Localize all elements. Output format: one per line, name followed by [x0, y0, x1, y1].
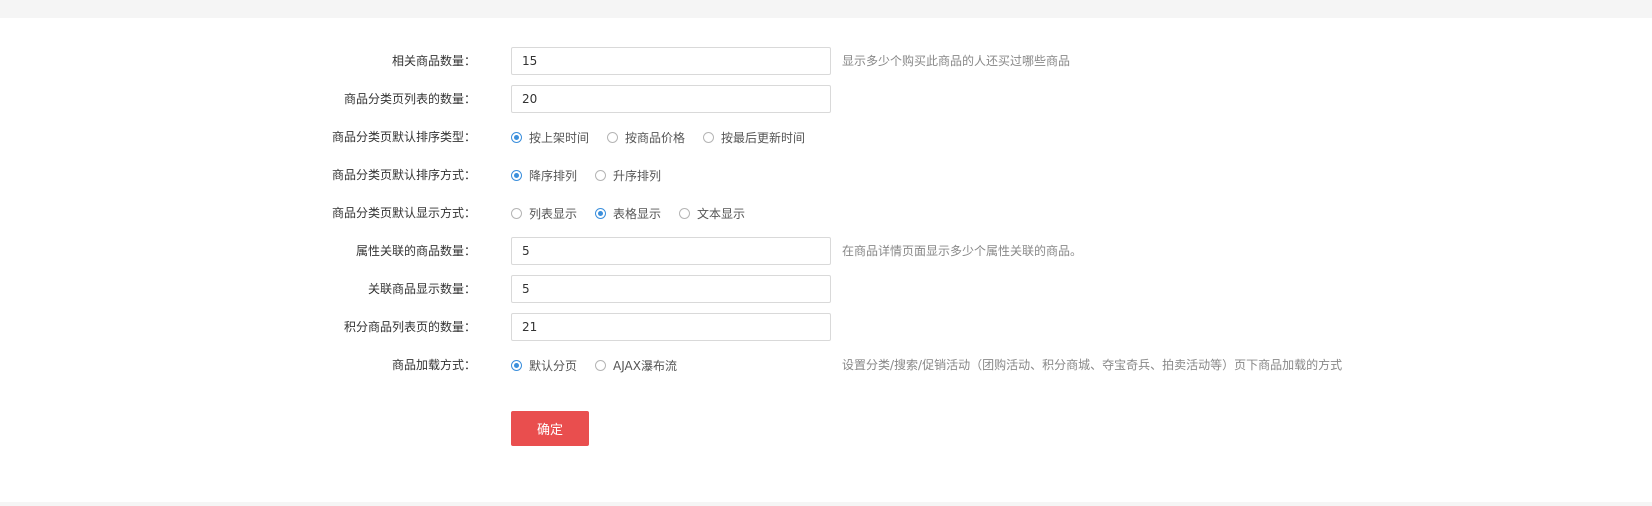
loading-mode-label: 商品加载方式：	[391, 358, 476, 372]
category-sort-type-radio-group: 按上架时间 按商品价格 按最后更新时间	[511, 122, 823, 152]
category-sort-order-label: 商品分类页默认排序方式：	[331, 168, 476, 182]
category-list-count-label: 商品分类页列表的数量：	[343, 92, 476, 106]
category-list-count-input[interactable]	[511, 85, 831, 113]
category-sort-type-label: 商品分类页默认排序类型：	[331, 130, 476, 144]
radio-checked-icon[interactable]	[595, 207, 607, 219]
loading-option-label: 默认分页	[529, 358, 578, 373]
sort-order-option-label: 升序排列	[613, 168, 662, 183]
sort-type-option-label: 按最后更新时间	[721, 130, 806, 145]
related-display-count-control	[511, 274, 831, 304]
points-list-count-input[interactable]	[511, 313, 831, 341]
display-option-text[interactable]: 文本显示	[679, 205, 745, 222]
sort-type-option-label: 按上架时间	[529, 130, 590, 145]
related-goods-count-input[interactable]	[511, 47, 831, 75]
display-option-grid[interactable]: 表格显示	[595, 205, 661, 222]
display-option-label: 表格显示	[613, 206, 662, 221]
row-related-display-count: 关联商品显示数量：	[0, 274, 1652, 304]
loading-mode-radio-group: 默认分页 AJAX瀑布流	[511, 350, 695, 380]
row-category-list-count: 商品分类页列表的数量：	[0, 84, 1652, 114]
points-list-count-control	[511, 312, 831, 342]
related-display-count-label: 关联商品显示数量：	[367, 282, 476, 296]
attribute-related-count-label: 属性关联的商品数量：	[355, 244, 476, 258]
submit-button[interactable]: 确定	[511, 411, 589, 446]
related-goods-count-label: 相关商品数量：	[391, 54, 476, 68]
display-option-label: 列表显示	[529, 206, 578, 221]
related-goods-count-hint: 显示多少个购买此商品的人还买过哪些商品	[842, 54, 1071, 68]
sort-type-option-price[interactable]: 按商品价格	[607, 129, 685, 146]
radio-checked-icon[interactable]	[511, 359, 522, 371]
display-option-list[interactable]: 列表显示	[511, 205, 577, 222]
category-sort-order-radio-group: 降序排列 升序排列	[511, 160, 679, 190]
category-display-mode-label: 商品分类页默认显示方式：	[331, 206, 476, 220]
related-goods-count-control	[511, 46, 831, 76]
loading-option-label: AJAX瀑布流	[613, 358, 677, 373]
radio-unchecked-icon[interactable]	[595, 359, 607, 371]
radio-unchecked-icon[interactable]	[607, 131, 619, 143]
row-category-sort-order: 商品分类页默认排序方式： 降序排列 升序排列	[0, 160, 1652, 190]
points-list-count-label: 积分商品列表页的数量：	[343, 320, 476, 334]
radio-unchecked-icon[interactable]	[679, 207, 691, 219]
radio-unchecked-icon[interactable]	[511, 207, 522, 219]
sort-order-option-asc[interactable]: 升序排列	[595, 167, 661, 184]
settings-panel: 相关商品数量： 显示多少个购买此商品的人还买过哪些商品 商品分类页列表的数量： …	[0, 18, 1652, 502]
loading-mode-hint: 设置分类/搜索/促销活动（团购活动、积分商城、夺宝奇兵、拍卖活动等）页下商品加载…	[842, 358, 1343, 372]
row-loading-mode: 商品加载方式： 默认分页 AJAX瀑布流 设置分类/搜索/促销活动（团购活动、积…	[0, 350, 1652, 380]
radio-checked-icon[interactable]	[511, 131, 522, 143]
sort-type-option-last-update[interactable]: 按最后更新时间	[703, 129, 805, 146]
loading-option-ajax-waterfall[interactable]: AJAX瀑布流	[595, 357, 677, 374]
display-option-label: 文本显示	[697, 206, 746, 221]
sort-order-option-desc[interactable]: 降序排列	[511, 167, 577, 184]
row-attribute-related-count: 属性关联的商品数量： 在商品详情页面显示多少个属性关联的商品。	[0, 236, 1652, 266]
loading-option-pagination[interactable]: 默认分页	[511, 357, 577, 374]
category-display-mode-radio-group: 列表显示 表格显示 文本显示	[511, 198, 763, 228]
row-category-display-mode: 商品分类页默认显示方式： 列表显示 表格显示 文本显示	[0, 198, 1652, 228]
attribute-related-count-hint: 在商品详情页面显示多少个属性关联的商品。	[842, 244, 1083, 258]
radio-unchecked-icon[interactable]	[703, 131, 715, 143]
sort-type-option-label: 按商品价格	[625, 130, 686, 145]
attribute-related-count-control	[511, 236, 831, 266]
attribute-related-count-input[interactable]	[511, 237, 831, 265]
sort-type-option-shelf-time[interactable]: 按上架时间	[511, 129, 589, 146]
sort-order-option-label: 降序排列	[529, 168, 578, 183]
row-related-goods-count: 相关商品数量： 显示多少个购买此商品的人还买过哪些商品	[0, 46, 1652, 76]
related-display-count-input[interactable]	[511, 275, 831, 303]
bottom-strip	[0, 502, 1652, 506]
category-list-count-control	[511, 84, 831, 114]
row-points-list-count: 积分商品列表页的数量：	[0, 312, 1652, 342]
radio-unchecked-icon[interactable]	[595, 169, 607, 181]
radio-checked-icon[interactable]	[511, 169, 522, 181]
row-category-sort-type: 商品分类页默认排序类型： 按上架时间 按商品价格 按最后更新时间	[0, 122, 1652, 152]
